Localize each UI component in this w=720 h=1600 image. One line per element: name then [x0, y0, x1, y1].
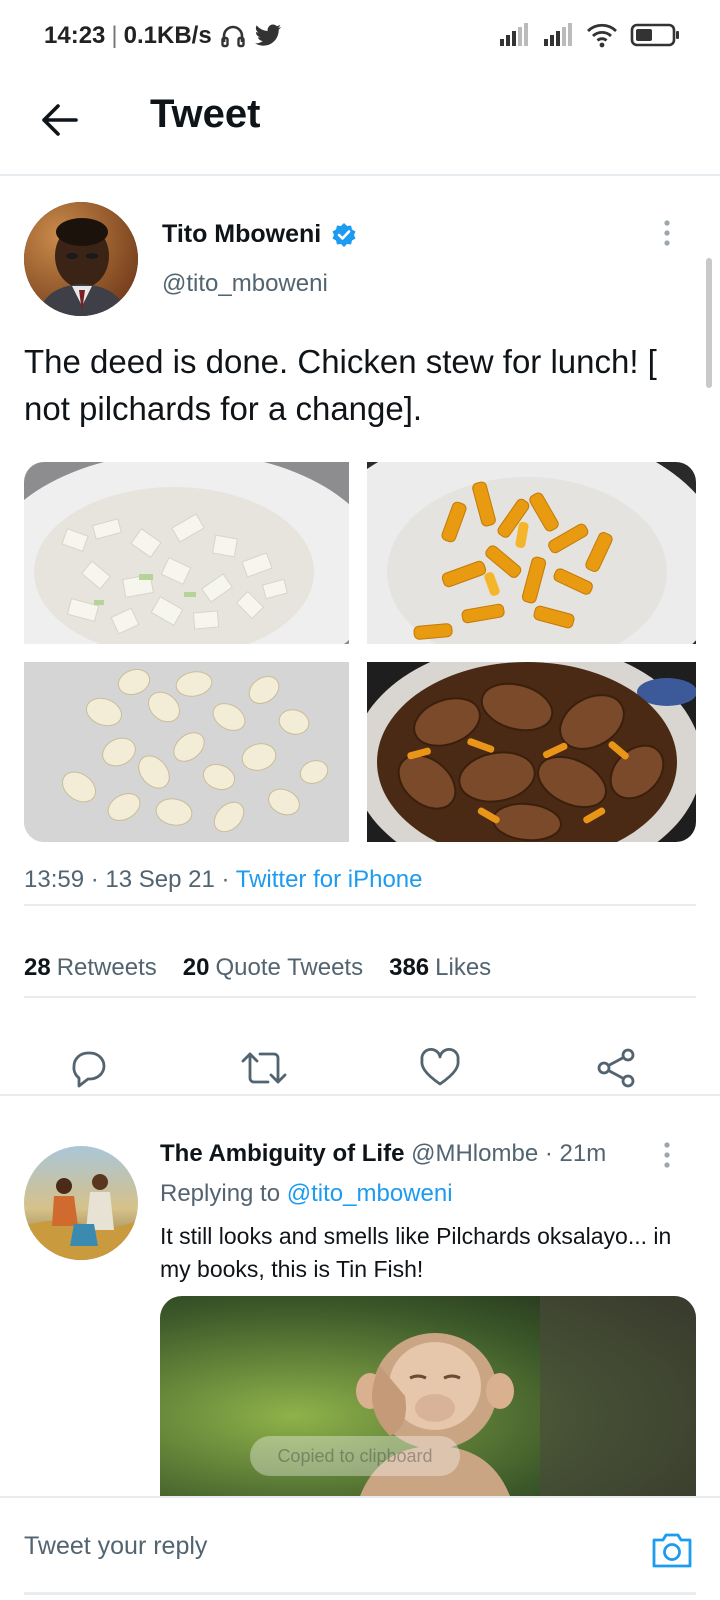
tweet-media-grid: [24, 462, 696, 842]
reply-author-handle: @MHlombe: [411, 1140, 539, 1167]
reply-header: The Ambiguity of Life @MHlombe · 21m: [160, 1140, 606, 1168]
status-right: [498, 22, 680, 53]
tweet-stats: 28 Retweets 20 Quote Tweets 386 Likes: [24, 954, 491, 982]
likes-label: Likes: [435, 954, 492, 981]
camera-button[interactable]: [648, 1526, 696, 1574]
top-app-bar: Tweet: [0, 72, 720, 176]
twitter-bird-icon: [254, 24, 282, 48]
tweet-photo-peppers[interactable]: [367, 462, 696, 644]
photo-garlic-cloves: [24, 662, 349, 842]
retweet-icon: [241, 1052, 287, 1084]
bottom-divider: [24, 1592, 696, 1595]
author-handle: @tito_mboweni: [162, 270, 328, 297]
avatar-photo: [24, 202, 138, 316]
tweet-photo-onions[interactable]: [24, 462, 349, 644]
reply-icon: [72, 1051, 106, 1088]
replying-to-line: Replying to @tito_mboweni: [160, 1180, 453, 1208]
tweet-actions: [0, 1030, 720, 1110]
back-arrow-icon: [42, 104, 78, 136]
author-name-text: Tito Mboweni: [162, 220, 322, 248]
meta-separator: ·: [90, 866, 106, 893]
quote-tweets-count: 20: [182, 954, 210, 981]
headphones-icon: [220, 24, 246, 48]
more-vertical-icon: [664, 1142, 670, 1168]
share-icon: [597, 1048, 635, 1088]
reply-author-avatar[interactable]: [24, 1146, 138, 1260]
signal-icon: [542, 22, 574, 53]
photo-chopped-onions: [24, 462, 349, 644]
tweet-text: The deed is done. Chicken stew for lunch…: [24, 343, 657, 427]
tweet-time: 13:59: [24, 866, 85, 893]
replying-to-handle-link[interactable]: @tito_mboweni: [287, 1180, 453, 1207]
quote-tweets-label: Quote Tweets: [215, 954, 364, 981]
scrollbar-thumb[interactable]: [706, 258, 712, 388]
tweet-source-link[interactable]: Twitter for iPhone: [236, 866, 423, 893]
likes-stat[interactable]: 386 Likes: [389, 954, 491, 982]
replying-to-label: Replying to: [160, 1180, 281, 1207]
retweet-button[interactable]: [240, 1044, 288, 1092]
reply-text: It still looks and smells like Pilchards…: [160, 1223, 672, 1282]
status-speed: 0.1KB/s: [123, 22, 212, 49]
more-options-button[interactable]: [664, 220, 670, 251]
back-button[interactable]: [38, 98, 82, 142]
divider: [24, 996, 696, 998]
likes-count: 386: [389, 954, 430, 981]
photo-sliced-peppers: [367, 462, 696, 644]
toast-message: Copied to clipboard: [250, 1436, 460, 1476]
retweets-label: Retweets: [56, 954, 157, 981]
tweet-timestamp-line: 13:59 · 13 Sep 21 · Twitter for iPhone: [24, 866, 423, 894]
author-avatar[interactable]: [24, 202, 138, 316]
tweet-photo-stew[interactable]: [367, 662, 696, 842]
status-bar: 14:23 | 0.1KB/s: [0, 0, 720, 72]
reply-author-name[interactable]: The Ambiguity of Life: [160, 1140, 404, 1167]
status-time: 14:23: [44, 22, 106, 49]
more-vertical-icon: [664, 220, 670, 246]
retweets-count: 28: [24, 954, 51, 981]
camera-icon: [652, 1533, 692, 1568]
tweet-date: 13 Sep 21: [105, 866, 215, 893]
reply-more-options-button[interactable]: [664, 1142, 670, 1173]
status-separator: |: [111, 22, 118, 49]
reply-separator: ·: [544, 1140, 560, 1167]
like-button[interactable]: [416, 1044, 464, 1092]
reply-compose-bar: Tweet your reply: [0, 1496, 720, 1600]
share-button[interactable]: [592, 1044, 640, 1092]
like-icon: [420, 1048, 460, 1086]
verified-badge-icon: [331, 222, 357, 248]
author-name[interactable]: Tito Mboweni: [162, 220, 357, 249]
divider: [24, 904, 696, 906]
page-title: Tweet: [150, 92, 261, 136]
status-left: 14:23 | 0.1KB/s: [44, 22, 282, 50]
quote-tweets-stat[interactable]: 20 Quote Tweets: [183, 954, 363, 982]
reply-button[interactable]: [64, 1044, 112, 1092]
divider: [0, 1094, 720, 1096]
meta-separator: ·: [221, 866, 236, 893]
signal-icon: [498, 22, 530, 53]
battery-icon: [630, 22, 680, 53]
tweet-photo-garlic[interactable]: [24, 662, 349, 842]
reply-input[interactable]: Tweet your reply: [24, 1532, 207, 1561]
wifi-icon: [586, 22, 618, 53]
reply-age: 21m: [559, 1140, 607, 1167]
avatar-photo: [24, 1146, 138, 1260]
retweets-stat[interactable]: 28 Retweets: [24, 954, 157, 982]
photo-chicken-stew: [367, 662, 696, 842]
